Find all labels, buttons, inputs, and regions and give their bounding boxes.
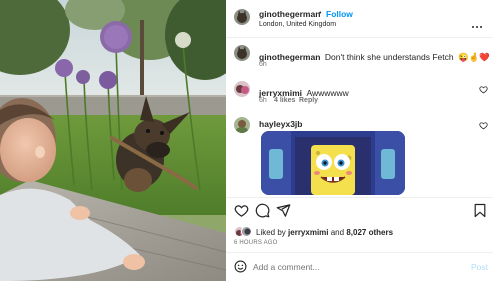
author-username[interactable]: ginothegerman bbox=[259, 9, 320, 19]
post-header: ginothegerman • Follow London, United Ki… bbox=[226, 0, 493, 38]
comment-avatar[interactable] bbox=[234, 117, 250, 133]
comment-username[interactable]: hayleyx3jb bbox=[259, 119, 302, 129]
add-comment-input[interactable] bbox=[253, 259, 453, 274]
post-timestamp[interactable]: 6 HOURS AGO bbox=[234, 240, 278, 246]
heart-icon[interactable] bbox=[479, 85, 488, 94]
caption: ginothegerman Don't think she understand… bbox=[259, 47, 490, 65]
comment-reply-button[interactable]: Reply bbox=[299, 97, 318, 104]
more-horizontal-icon[interactable] bbox=[470, 15, 482, 33]
divider bbox=[226, 197, 493, 198]
send-icon[interactable] bbox=[276, 203, 291, 218]
likes-conjunction: and bbox=[330, 228, 345, 237]
comment-icon[interactable] bbox=[255, 203, 270, 218]
comment-avatar[interactable] bbox=[234, 81, 250, 97]
caption-emoji-2: 🤞 bbox=[468, 52, 480, 62]
smiley-icon[interactable] bbox=[234, 260, 247, 273]
likes-user[interactable]: jerryxmimi bbox=[288, 228, 328, 237]
likes-others[interactable]: 8,027 others bbox=[346, 228, 393, 237]
post-details-panel: ginothegerman • Follow London, United Ki… bbox=[226, 0, 493, 281]
bookmark-icon[interactable] bbox=[474, 203, 486, 218]
caption-time: 6h bbox=[259, 61, 267, 68]
likes-summary: Liked by jerryxmimi and 8,027 others bbox=[256, 228, 393, 237]
author-avatar[interactable] bbox=[234, 9, 250, 25]
caption-avatar[interactable] bbox=[234, 45, 250, 61]
likes-prefix: Liked by bbox=[256, 228, 286, 237]
caption-emoji-3: ❤️ bbox=[479, 52, 490, 62]
liker-avatar[interactable] bbox=[241, 226, 252, 237]
post-comment-button[interactable]: Post bbox=[471, 262, 488, 272]
post-image[interactable] bbox=[0, 0, 226, 281]
comment-gif[interactable] bbox=[261, 131, 405, 195]
caption-text: Don't think she understands Fetch bbox=[324, 52, 454, 62]
comment-time[interactable]: 6h bbox=[259, 97, 267, 104]
post-location[interactable]: London, United Kingdom bbox=[259, 21, 336, 28]
heart-icon[interactable] bbox=[479, 121, 488, 130]
caption-username[interactable]: ginothegerman bbox=[259, 52, 320, 62]
divider bbox=[226, 252, 493, 253]
heart-icon[interactable] bbox=[234, 203, 249, 218]
comment-likes[interactable]: 4 likes bbox=[274, 97, 295, 104]
follow-button[interactable]: Follow bbox=[326, 9, 353, 19]
caption-emoji-1: 😜 bbox=[458, 52, 469, 62]
header-separator: • bbox=[319, 10, 322, 17]
